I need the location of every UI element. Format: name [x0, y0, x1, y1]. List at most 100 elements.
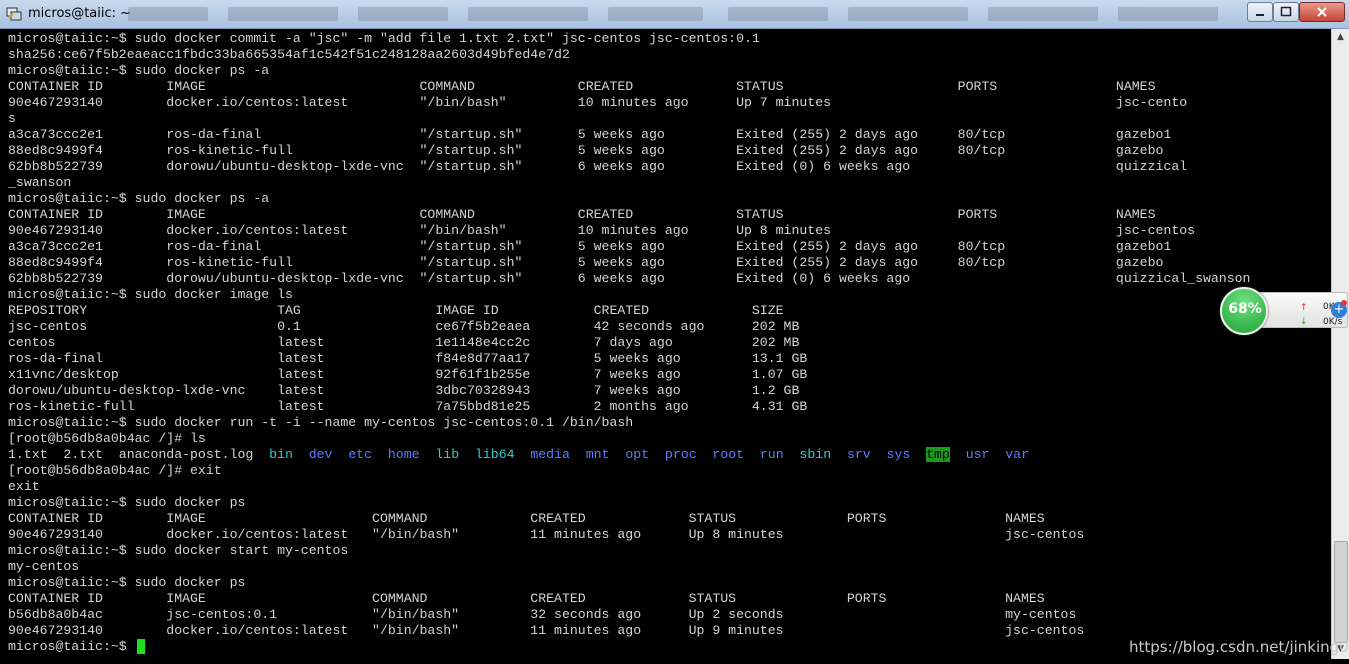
ls-entry: usr	[965, 447, 990, 462]
terminal-text: REPOSITORY TAG IMAGE ID CREATED SIZE	[8, 303, 784, 318]
network-speed-widget[interactable]: ↑ 0K/s ↓ 0K/s 68% +	[1220, 287, 1348, 335]
terminal-text: s	[8, 111, 16, 126]
terminal-line: micros@taiic:~$ sudo docker commit -a "j…	[8, 31, 760, 47]
terminal-line: my-centos	[8, 559, 79, 575]
terminal-line: _swanson	[8, 175, 71, 191]
terminal-text: micros@taiic:~$ sudo docker ps -a	[8, 63, 270, 78]
download-speed: 0K/s	[1323, 317, 1343, 327]
terminal-line: CONTAINER ID IMAGE COMMAND CREATED STATU…	[8, 511, 1045, 527]
terminal-line: ros-kinetic-full latest 7a75bbd81e25 2 m…	[8, 399, 807, 415]
terminal-line: CONTAINER ID IMAGE COMMAND CREATED STATU…	[8, 591, 1045, 607]
terminal-line: 90e467293140 docker.io/centos:latest "/b…	[8, 527, 1084, 543]
memory-gauge[interactable]: 68%	[1220, 287, 1268, 335]
terminal-window: micros@taiic: ~ micros@taiic:~$ sudo doc…	[0, 0, 1349, 664]
ls-entry: lib	[435, 447, 460, 462]
ls-entry: root	[712, 447, 745, 462]
maximize-icon	[1280, 6, 1292, 17]
terminal-line: jsc-centos 0.1 ce67f5b2eaea 42 seconds a…	[8, 319, 799, 335]
scroll-up-icon[interactable]: ▲	[1334, 31, 1347, 44]
terminal-text: micros@taiic:~$	[8, 639, 135, 654]
close-button[interactable]	[1299, 2, 1345, 22]
terminal-output[interactable]: micros@taiic:~$ sudo docker commit -a "j…	[8, 29, 1330, 659]
terminal-line: a3ca73ccc2e1 ros-da-final "/startup.sh" …	[8, 239, 1171, 255]
terminal-line: a3ca73ccc2e1 ros-da-final "/startup.sh" …	[8, 127, 1171, 143]
minimize-button[interactable]	[1247, 2, 1273, 22]
text-cursor	[137, 639, 145, 654]
terminal-line: [root@b56db8a0b4ac /]# ls	[8, 431, 206, 447]
ls-entry: proc	[664, 447, 697, 462]
ls-entry: srv	[846, 447, 871, 462]
terminal-text: 62bb8b522739 dorowu/ubuntu-desktop-lxde-…	[8, 159, 1188, 174]
terminal-line: micros@taiic:~$ sudo docker run -t -i --…	[8, 415, 633, 431]
terminal-line: 90e467293140 docker.io/centos:latest "/b…	[8, 623, 1084, 639]
close-icon	[1317, 7, 1327, 17]
maximize-button[interactable]	[1273, 2, 1299, 22]
ls-entry: tmp	[926, 447, 950, 462]
terminal-text: 62bb8b522739 dorowu/ubuntu-desktop-lxde-…	[8, 271, 1251, 286]
terminal-line: centos latest 1e1148e4cc2c 7 days ago 20…	[8, 335, 799, 351]
terminal-text: [root@b56db8a0b4ac /]# ls	[8, 431, 206, 446]
terminal-line: 88ed8c9499f4 ros-kinetic-full "/startup.…	[8, 143, 1163, 159]
ls-entry: var	[1005, 447, 1030, 462]
terminal-line: micros@taiic:~$ sudo docker ps -a	[8, 63, 269, 79]
terminal-line: dorowu/ubuntu-desktop-lxde-vnc latest 3d…	[8, 383, 799, 399]
ls-entry: sys	[886, 447, 911, 462]
terminal-line: 90e467293140 docker.io/centos:latest "/b…	[8, 223, 1195, 239]
terminal-line: ros-da-final latest f84e8d77aa17 5 weeks…	[8, 351, 807, 367]
terminal-text: CONTAINER ID IMAGE COMMAND CREATED STATU…	[8, 79, 1156, 94]
ls-entry: dev	[308, 447, 333, 462]
scroll-thumb[interactable]	[1334, 541, 1348, 643]
terminal-line: micros@taiic:~$ sudo docker ps	[8, 575, 245, 591]
terminal-line: 1.txt 2.txt anaconda-post.log bin dev et…	[8, 447, 1029, 463]
terminal-line: exit	[8, 479, 40, 495]
terminal-line: micros@taiic:~$ sudo docker ps -a	[8, 191, 269, 207]
terminal-line: CONTAINER ID IMAGE COMMAND CREATED STATU…	[8, 207, 1156, 223]
watermark: https://blog.csdn.net/jinking0	[1129, 638, 1349, 656]
upload-arrow-icon: ↑	[1300, 303, 1308, 313]
terminal-line: 88ed8c9499f4 ros-kinetic-full "/startup.…	[8, 255, 1163, 271]
terminal-text: ros-kinetic-full latest 7a75bbd81e25 2 m…	[8, 399, 808, 414]
terminal-text: 88ed8c9499f4 ros-kinetic-full "/startup.…	[8, 143, 1164, 158]
terminal-text: 1.txt 2.txt anaconda-post.log	[8, 447, 270, 462]
terminal-text: CONTAINER ID IMAGE COMMAND CREATED STATU…	[8, 511, 1045, 526]
terminal-line: REPOSITORY TAG IMAGE ID CREATED SIZE	[8, 303, 784, 319]
terminal-text: a3ca73ccc2e1 ros-da-final "/startup.sh" …	[8, 239, 1172, 254]
terminal-text: x11vnc/desktop latest 92f61f1b255e 7 wee…	[8, 367, 808, 382]
terminal-text: ros-da-final latest f84e8d77aa17 5 weeks…	[8, 351, 808, 366]
terminal-text: micros@taiic:~$ sudo docker ps	[8, 575, 246, 590]
ls-entry: sbin	[799, 447, 832, 462]
title-bar[interactable]: micros@taiic: ~	[0, 0, 1349, 29]
terminal-line: micros@taiic:~$	[8, 639, 135, 655]
terminal-text: sha256:ce67f5b2eaeacc1fbdc33ba665354af1c…	[8, 47, 570, 62]
ls-entry: bin	[269, 447, 293, 462]
terminal-text: centos latest 1e1148e4cc2c 7 days ago 20…	[8, 335, 800, 350]
terminal-line: 62bb8b522739 dorowu/ubuntu-desktop-lxde-…	[8, 271, 1250, 287]
vertical-scrollbar[interactable]: ▲ ▼	[1331, 29, 1349, 659]
terminal-text: micros@taiic:~$ sudo docker run -t -i --…	[8, 415, 634, 430]
gauge-percent: 68%	[1228, 301, 1262, 317]
terminal-line: x11vnc/desktop latest 92f61f1b255e 7 wee…	[8, 367, 807, 383]
notification-dot	[1341, 300, 1347, 306]
terminal-text: exit	[8, 479, 40, 494]
terminal-line: [root@b56db8a0b4ac /]# exit	[8, 463, 222, 479]
terminal-line: micros@taiic:~$ sudo docker ps	[8, 495, 245, 511]
terminal-line: b56db8a0b4ac jsc-centos:0.1 "/bin/bash" …	[8, 607, 1076, 623]
ls-entry: run	[759, 447, 784, 462]
terminal-text: micros@taiic:~$ sudo docker image ls	[8, 287, 293, 302]
ls-entry: etc	[348, 447, 373, 462]
terminal-text: dorowu/ubuntu-desktop-lxde-vnc latest 3d…	[8, 383, 800, 398]
terminal-text: 90e467293140 docker.io/centos:latest "/b…	[8, 95, 1188, 110]
ls-entry: media	[530, 447, 570, 462]
